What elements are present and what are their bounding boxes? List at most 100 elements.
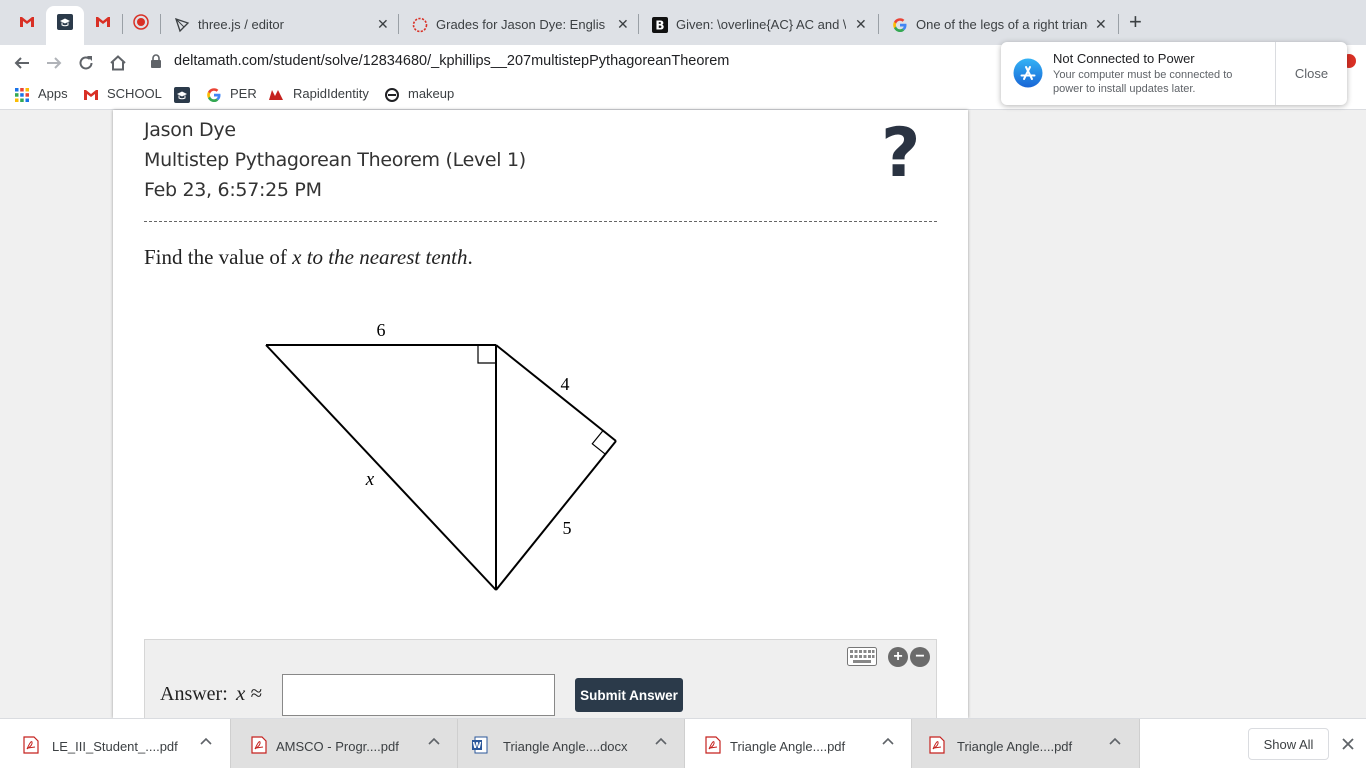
tab-google-search[interactable]: One of the legs of a right triang ✕	[878, 8, 1118, 42]
threejs-icon	[174, 17, 190, 33]
rapididentity-icon	[269, 90, 283, 100]
label-upper-right: 4	[561, 374, 570, 394]
bookmark-rapididentity[interactable]: RapidIdentity	[293, 86, 369, 101]
zoom-out-icon[interactable]: −	[910, 647, 930, 667]
bookmark-per[interactable]: PER	[230, 86, 257, 101]
help-question-icon[interactable]: ?	[881, 120, 920, 188]
tab-strip: three.js / editor ✕ Grades for Jason Dye…	[0, 0, 1366, 45]
b-icon: B	[652, 17, 668, 33]
divider	[144, 221, 937, 222]
close-icon[interactable]: ✕	[617, 16, 629, 33]
answer-label: Answer:	[160, 683, 228, 705]
approx-symbol: ≈	[250, 681, 263, 705]
makeup-icon	[385, 88, 399, 102]
tab-title: One of the legs of a right triang	[916, 17, 1088, 32]
page-background: Jason Dye Multistep Pythagorean Theorem …	[0, 110, 1366, 718]
forward-icon[interactable]	[42, 51, 66, 75]
timestamp: Feb 23, 6:57:25 PM	[144, 179, 322, 201]
notification-close-button[interactable]: Close	[1276, 42, 1347, 105]
triangle-figure: 6 4 5 x	[265, 320, 617, 591]
problem-card: Jason Dye Multistep Pythagorean Theorem …	[113, 110, 968, 718]
right-angle-marker-top	[477, 345, 496, 364]
chevron-up-icon[interactable]	[428, 736, 440, 748]
home-icon[interactable]	[106, 51, 130, 75]
download-filename: Triangle Angle....pdf	[957, 739, 1073, 754]
gmail-icon	[84, 90, 98, 100]
prompt-precision: to the nearest tenth	[301, 245, 468, 269]
segment-hypotenuse-x	[265, 344, 497, 591]
canvas-icon	[412, 17, 428, 33]
close-icon[interactable]	[1340, 736, 1356, 752]
back-icon[interactable]	[10, 51, 34, 75]
google-icon	[207, 88, 221, 102]
download-item[interactable]: Triangle Angle....pdf	[912, 719, 1139, 768]
tab-given[interactable]: B Given: \overline{AC} AC and \o ✕	[638, 8, 878, 42]
bookmark-apps[interactable]: Apps	[38, 86, 68, 101]
tab-grades[interactable]: Grades for Jason Dye: English ✕	[398, 8, 638, 42]
submit-answer-button[interactable]: Submit Answer	[575, 678, 683, 712]
label-lower-right: 5	[563, 518, 572, 538]
download-filename: Triangle Angle....pdf	[730, 739, 846, 754]
pdf-file-icon	[705, 736, 721, 754]
reload-icon[interactable]	[74, 51, 98, 75]
google-icon	[893, 18, 907, 32]
pdf-file-icon	[251, 736, 267, 754]
prompt-period: .	[467, 245, 473, 269]
skill-title: Multistep Pythagorean Theorem (Level 1)	[144, 149, 526, 171]
answer-panel: + − Answer: x ≈ Submit Answer	[144, 639, 937, 718]
tab-threejs-editor[interactable]: three.js / editor ✕	[160, 8, 398, 42]
new-tab-icon[interactable]: +	[1129, 11, 1142, 33]
close-icon[interactable]: ✕	[377, 16, 389, 33]
download-item[interactable]: Triangle Angle....pdf	[685, 719, 912, 768]
download-item[interactable]: AMSCO - Progr....pdf	[231, 719, 458, 768]
tab-title: Given: \overline{AC} AC and \o	[676, 17, 846, 32]
download-item[interactable]: LE_III_Student_....pdf	[3, 719, 230, 768]
question-prompt: Find the value of x to the nearest tenth…	[144, 245, 473, 270]
close-icon[interactable]: ✕	[855, 16, 867, 33]
prompt-text: Find the value of	[144, 245, 293, 269]
download-filename: Triangle Angle....docx	[503, 739, 628, 754]
close-icon[interactable]: ✕	[1095, 16, 1107, 33]
download-item[interactable]: W Triangle Angle....docx	[458, 719, 685, 768]
apps-grid-icon[interactable]	[14, 87, 30, 103]
answer-var-text: x	[236, 681, 246, 705]
download-filename: LE_III_Student_....pdf	[52, 739, 178, 754]
app-store-icon	[1013, 58, 1043, 88]
tab-title: three.js / editor	[198, 17, 284, 32]
power-notification: Not Connected to Power Your computer mus…	[1001, 42, 1347, 105]
answer-variable: x ≈	[236, 681, 262, 706]
svg-text:B: B	[655, 19, 664, 33]
pdf-file-icon	[929, 736, 945, 754]
show-all-downloads-button[interactable]: Show All	[1248, 728, 1329, 760]
chevron-up-icon[interactable]	[1109, 736, 1121, 748]
right-angle-marker-right	[591, 430, 606, 455]
segment-upper-right	[495, 344, 617, 442]
tab-title: Grades for Jason Dye: English	[436, 17, 606, 32]
word-file-icon: W	[472, 736, 488, 754]
gmail-icon[interactable]	[95, 14, 111, 30]
zoom-in-icon[interactable]: +	[888, 647, 908, 667]
gmail-icon[interactable]	[19, 14, 35, 30]
chevron-up-icon[interactable]	[200, 736, 212, 748]
record-icon[interactable]	[133, 14, 149, 30]
notification-body: Your computer must be connected to power…	[1053, 69, 1233, 95]
graduation-cap-icon	[57, 14, 73, 30]
bookmark-school[interactable]: SCHOOL	[107, 86, 162, 101]
address-bar[interactable]: deltamath.com/student/solve/12834680/_kp…	[174, 53, 729, 69]
download-filename: AMSCO - Progr....pdf	[276, 739, 399, 754]
segment-lower-right	[495, 440, 617, 591]
keyboard-icon[interactable]	[847, 647, 877, 666]
student-name: Jason Dye	[144, 119, 236, 141]
lock-icon[interactable]	[150, 54, 162, 68]
chevron-up-icon[interactable]	[655, 736, 667, 748]
downloads-bar: LE_III_Student_....pdf AMSCO - Progr....…	[0, 718, 1366, 768]
pdf-file-icon	[23, 736, 39, 754]
chevron-up-icon[interactable]	[882, 736, 894, 748]
svg-text:W: W	[473, 741, 482, 750]
bookmark-makeup[interactable]: makeup	[408, 86, 454, 101]
answer-input[interactable]	[282, 674, 555, 716]
graduation-cap-icon[interactable]	[174, 87, 190, 103]
label-top: 6	[377, 320, 386, 340]
notification-title: Not Connected to Power	[1053, 51, 1195, 66]
label-hypotenuse: x	[365, 469, 375, 490]
